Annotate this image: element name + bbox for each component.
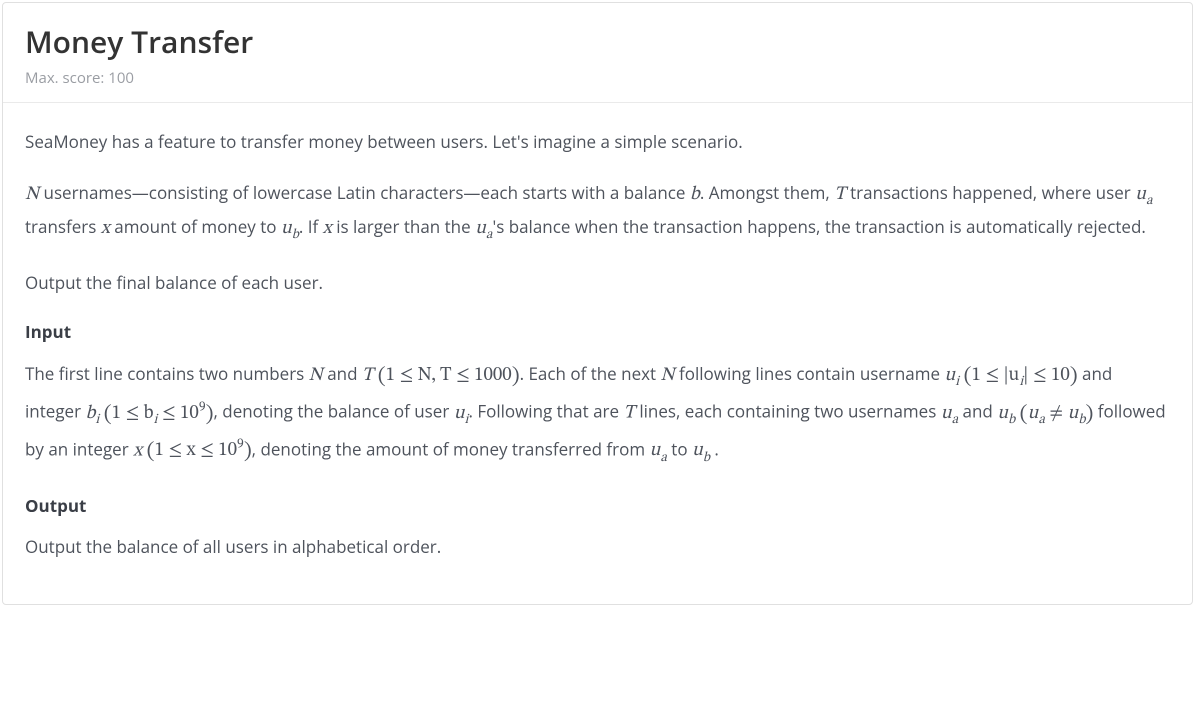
constraint-body: | ≤ 10	[1023, 366, 1070, 385]
text-span: transactions happened, where user	[846, 181, 1135, 204]
text-span: . Each of the next	[520, 362, 661, 385]
math-sub-a: a	[660, 452, 667, 465]
text-span: . If	[299, 215, 323, 238]
text-span: usernames—consisting of lowercase Latin …	[39, 181, 690, 204]
math-N: N	[309, 366, 323, 385]
ne-symbol: ≠	[1045, 404, 1068, 423]
math-sub-i: i	[955, 376, 959, 389]
math-ui: ui	[944, 366, 959, 385]
text-span: . Amongst them,	[700, 181, 834, 204]
problem-header: Money Transfer Max. score: 100	[3, 3, 1192, 103]
math-sub-b: b	[1078, 414, 1085, 427]
scenario-paragraph: N usernames—consisting of lowercase Lati…	[25, 179, 1170, 247]
math-T: T	[362, 366, 373, 385]
intro-paragraph: SeaMoney has a feature to transfer money…	[25, 128, 1170, 157]
math-sub-i: i	[465, 414, 469, 427]
math-b: b	[85, 404, 95, 423]
math-sub-a: a	[952, 414, 959, 427]
constraint-body: ≤ 10	[157, 404, 198, 423]
math-ui-constraint: (1 ≤ |ui| ≤ 10)	[964, 366, 1078, 385]
math-b: b	[690, 185, 700, 204]
input-paragraph: The first line contains two numbers N an…	[25, 359, 1170, 472]
math-ub: ub	[281, 219, 299, 238]
math-T: T	[834, 185, 845, 204]
math-sub-b: b	[292, 229, 299, 242]
text-span: and	[323, 362, 362, 385]
text-span: amount of money to	[110, 215, 281, 238]
constraint-body: 1 ≤ |u	[971, 366, 1019, 385]
output-paragraph: Output the balance of all users in alpha…	[25, 533, 1170, 562]
text-span: following lines contain username	[675, 362, 945, 385]
text-span: , denoting the balance of user	[213, 400, 453, 423]
math-nt-constraint: (1 ≤ N, T ≤ 1000)	[378, 366, 520, 385]
math-N: N	[25, 185, 39, 204]
math-u: u	[1028, 404, 1039, 423]
math-u: u	[649, 441, 660, 460]
max-score-label: Max. score: 100	[25, 68, 1170, 88]
output-heading: Output	[25, 494, 1170, 517]
output-task-paragraph: Output the final balance of each user.	[25, 269, 1170, 298]
text-span: is larger than the	[332, 215, 475, 238]
math-u: u	[997, 404, 1008, 423]
exponent: 9	[199, 401, 206, 414]
text-span: and	[958, 400, 997, 423]
math-u: u	[692, 441, 703, 460]
math-u: u	[1135, 185, 1146, 204]
math-x: x	[133, 441, 142, 460]
math-N: N	[661, 366, 675, 385]
problem-title: Money Transfer	[25, 21, 1170, 62]
math-sub-b: b	[1008, 414, 1015, 427]
paren-open: (	[104, 404, 112, 426]
paren-open: (	[378, 366, 386, 388]
paren-open: (	[1020, 404, 1028, 426]
math-ua: ua	[475, 219, 492, 238]
math-sub-i: i	[95, 414, 99, 427]
math-sub-a: a	[1146, 195, 1153, 208]
math-u: u	[944, 366, 955, 385]
text-span: to	[667, 437, 692, 460]
math-ub: ub	[997, 404, 1015, 423]
math-bi: bi	[85, 404, 99, 423]
paren-close: )	[1070, 366, 1078, 388]
exponent: 9	[237, 439, 244, 452]
problem-container: Money Transfer Max. score: 100 SeaMoney …	[2, 2, 1193, 605]
text-span: The first line contains two numbers	[25, 362, 309, 385]
math-u: u	[941, 404, 952, 423]
text-span: . Following that are	[468, 400, 623, 423]
math-u: u	[475, 219, 486, 238]
math-ua: ua	[649, 441, 666, 460]
math-bi-constraint: (1 ≤ bi ≤ 109)	[104, 404, 214, 423]
paren-close: )	[512, 366, 520, 388]
text-span: , denoting the amount of money transferr…	[252, 437, 650, 460]
text-span: lines, each containing two usernames	[635, 400, 941, 423]
constraint-body: 1 ≤ N, T ≤ 1000	[386, 366, 512, 385]
constraint-body: 1 ≤ x ≤ 10	[154, 441, 237, 460]
text-span: 's balance when the transaction happens,…	[492, 215, 1145, 238]
paren-close: )	[244, 441, 252, 463]
math-u: u	[281, 219, 292, 238]
math-ui: ui	[454, 404, 469, 423]
input-heading: Input	[25, 320, 1170, 343]
constraint-body: 1 ≤ b	[112, 404, 154, 423]
math-ub: ub	[692, 441, 710, 460]
text-span: .	[710, 437, 719, 460]
math-sub-i: i	[154, 414, 158, 427]
math-sub-b: b	[703, 452, 710, 465]
math-sub-i: i	[1019, 376, 1023, 389]
math-x: x	[323, 219, 332, 238]
math-uaub-ne: (ua ≠ ub)	[1020, 404, 1094, 423]
problem-body: SeaMoney has a feature to transfer money…	[3, 103, 1192, 604]
math-u: u	[1068, 404, 1079, 423]
math-ua: ua	[1135, 185, 1152, 204]
math-x-constraint: (1 ≤ x ≤ 109)	[147, 441, 252, 460]
math-ua: ua	[941, 404, 958, 423]
math-T: T	[623, 404, 634, 423]
text-span: transfers	[25, 215, 101, 238]
math-x: x	[101, 219, 110, 238]
math-sub-a: a	[1038, 414, 1045, 427]
math-u: u	[454, 404, 465, 423]
math-sub-a: a	[486, 229, 493, 242]
